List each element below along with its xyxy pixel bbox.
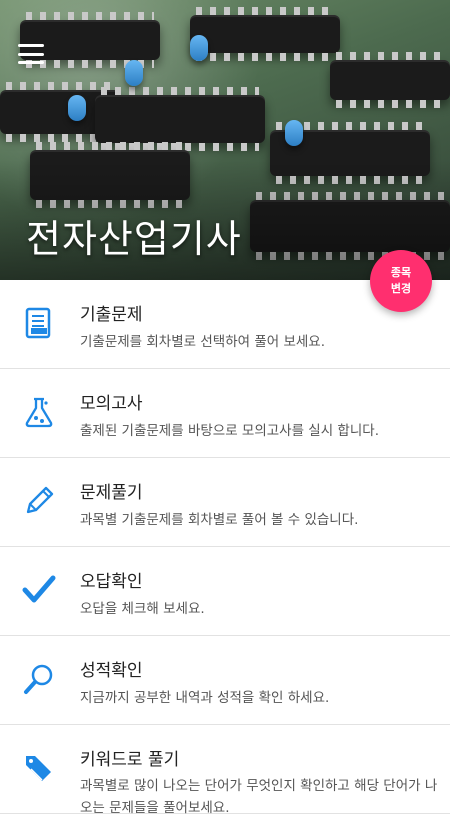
menu-item-label: 기출문제 [80, 305, 143, 325]
menu-item-description: 지금까지 공부한 내역과 성적을 확인 하세요. [80, 690, 330, 706]
menu-item-label: 성적확인 [80, 661, 143, 681]
menu-item-mock-exam[interactable]: 모의고사 출제된 기출문제를 바탕으로 모의고사를 실시 합니다. [0, 369, 450, 458]
menu-list: 기출문제 기출문제를 회차별로 선택하여 풀어 보세요. 모의고사 출제된 기출… [0, 280, 450, 816]
capacitor-decoration [125, 60, 143, 86]
chip-decoration [190, 7, 340, 61]
capacitor-decoration [190, 35, 208, 61]
chip-decoration [330, 52, 450, 108]
chip-decoration [95, 87, 265, 151]
tag-icon [26, 756, 51, 781]
menu-item-description: 오답을 체크해 보세요. [80, 601, 205, 617]
flask-icon [25, 397, 53, 428]
menu-item-label: 오답확인 [80, 572, 143, 592]
menu-item-description: 과목별 기출문제를 회차별로 풀어 볼 수 있습니다. [80, 512, 359, 528]
menu-item-description: 기출문제를 회차별로 선택하여 풀어 보세요. [80, 334, 326, 350]
page-title: 전자산업기사 [26, 217, 242, 261]
menu-item-label: 키워드로 풀기 [80, 750, 180, 770]
change-subject-button[interactable]: 종목 변경 [370, 250, 432, 312]
header-banner: 전자산업기사 [0, 0, 450, 280]
exam-doc-icon [25, 307, 51, 339]
menu-item-keyword-solve[interactable]: 키워드로 풀기 과목별로 많이 나오는 단어가 무엇인지 확인하고 해당 단어가… [0, 725, 450, 816]
hamburger-menu-icon[interactable] [18, 44, 44, 64]
menu-item-solve-problems[interactable]: 문제풀기 과목별 기출문제를 회차별로 풀어 볼 수 있습니다. [0, 458, 450, 547]
capacitor-decoration [285, 120, 303, 146]
menu-item-description: 과목별로 많이 나오는 단어가 무엇인지 확인하고 해당 단어가 나오는 문제들… [80, 778, 438, 816]
menu-item-wrong-answers[interactable]: 오답확인 오답을 체크해 보세요. [0, 547, 450, 636]
capacitor-decoration [68, 95, 86, 121]
menu-item-label: 문제풀기 [80, 483, 143, 503]
check-icon [22, 575, 56, 603]
menu-item-description: 출제된 기출문제를 바탕으로 모의고사를 실시 합니다. [80, 423, 379, 439]
search-icon [24, 664, 53, 694]
pencil-icon [26, 486, 54, 514]
menu-item-label: 모의고사 [80, 394, 143, 414]
menu-item-check-scores[interactable]: 성적확인 지금까지 공부한 내역과 성적을 확인 하세요. [0, 636, 450, 725]
